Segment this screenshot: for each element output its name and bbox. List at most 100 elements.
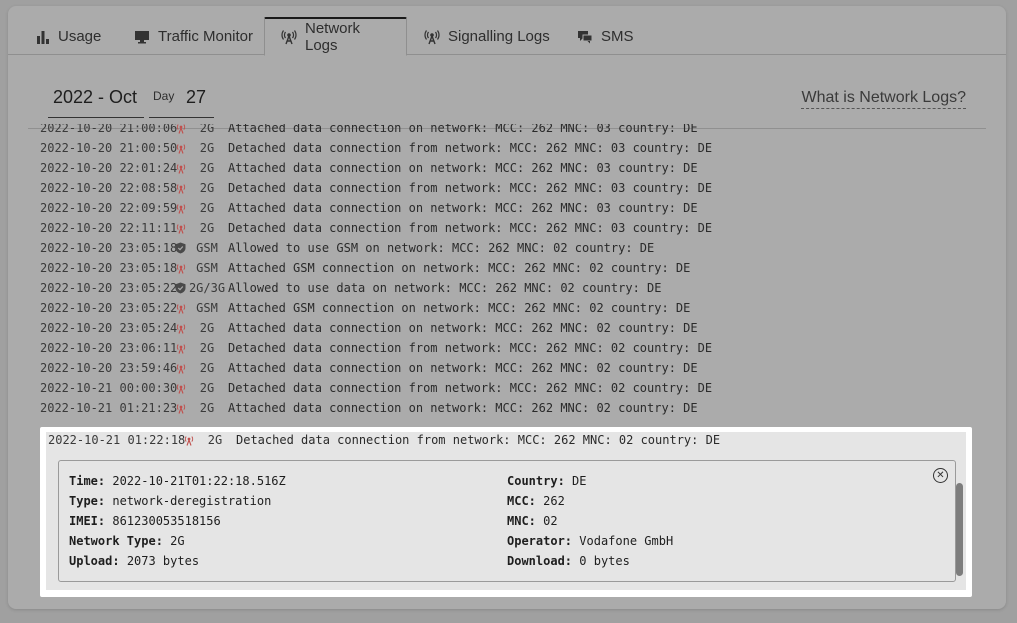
close-icon[interactable]: ✕: [933, 468, 948, 483]
detail-type: Type: network-deregistration: [69, 493, 286, 513]
tab-traffic-monitor[interactable]: Traffic Monitor: [118, 17, 269, 56]
log-message: Detached data connection from network: M…: [228, 381, 713, 395]
antenna-icon: [173, 342, 188, 354]
log-timestamp: 2022-10-20 21:00:06: [40, 124, 178, 135]
log-row[interactable]: 2022-10-21 01:21:23 2G Attached data conne…: [40, 398, 970, 418]
log-network-type: GSM: [196, 261, 218, 275]
tab-sms[interactable]: SMS: [561, 17, 650, 56]
log-row[interactable]: 2022-10-20 21:00:50 2G Detached data conne…: [40, 138, 970, 158]
log-message: Attached GSM connection on network: MCC:…: [228, 261, 691, 275]
detail-scrollbar[interactable]: [956, 483, 963, 576]
log-timestamp: 2022-10-21 00:00:30: [40, 381, 178, 395]
shield-icon: [173, 242, 188, 254]
tab-label: Signalling Logs: [448, 28, 550, 45]
log-row[interactable]: 2022-10-20 23:05:24 2G Attached data conne…: [40, 318, 970, 338]
detail-value: Vodafone GmbH: [579, 534, 674, 548]
log-network-type: GSM: [196, 301, 218, 315]
log-row[interactable]: 2022-10-20 23:05:18 GSM Attached GSM conne…: [40, 258, 970, 278]
detail-value: network-deregistration: [112, 494, 272, 508]
log-message: Attached data connection on network: MCC…: [228, 321, 698, 335]
log-row[interactable]: 2022-10-20 23:59:46 2G Attached data conne…: [40, 358, 970, 378]
log-message: Detached data connection from network: M…: [228, 341, 713, 355]
log-network-type: 2G/3G: [188, 281, 226, 295]
detail-value: 861230053518156: [112, 514, 221, 528]
log-network-type: 2G: [199, 161, 215, 175]
log-message: Attached data connection on network: MCC…: [228, 201, 698, 215]
log-timestamp: 2022-10-20 23:05:22: [40, 301, 178, 315]
detail-key: Upload:: [69, 554, 120, 568]
day-label: Day: [153, 89, 175, 103]
log-timestamp: 2022-10-20 23:05:24: [40, 321, 178, 335]
chat-icon: [577, 30, 593, 44]
tab-label: Traffic Monitor: [158, 28, 254, 45]
log-network-type: 2G: [199, 381, 215, 395]
log-network-type: 2G: [199, 141, 215, 155]
detail-value: 2022-10-21T01:22:18.516Z: [112, 474, 286, 488]
log-timestamp: 2022-10-20 21:00:50: [40, 141, 178, 155]
log-message: Attached data connection on network: MCC…: [228, 161, 698, 175]
log-message: Attached GSM connection on network: MCC:…: [228, 301, 691, 315]
log-timestamp: 2022-10-20 23:06:11: [40, 341, 178, 355]
monitor-icon: [134, 30, 150, 44]
detail-value: DE: [572, 474, 587, 488]
detail-mnc: MNC: 02: [507, 513, 673, 533]
log-row[interactable]: 2022-10-20 21:00:06 2G Attached data conne…: [40, 124, 970, 138]
tab-network-logs[interactable]: Network Logs: [264, 17, 407, 56]
detail-key: MCC:: [507, 494, 536, 508]
antenna-icon: [173, 262, 188, 274]
log-network-type: GSM: [196, 241, 218, 255]
log-message: Attached data connection on network: MCC…: [228, 401, 698, 415]
log-row[interactable]: 2022-10-20 23:05:22 2G/3G Allowed to use d…: [40, 278, 970, 298]
log-message: Allowed to use GSM on network: MCC: 262 …: [228, 241, 655, 255]
log-row[interactable]: 2022-10-20 23:05:18 GSM Allowed to use GSM…: [40, 238, 970, 258]
log-timestamp: 2022-10-20 23:05:18: [40, 261, 178, 275]
antenna-icon: [173, 142, 188, 154]
antenna-icon: [173, 202, 188, 214]
log-row[interactable]: 2022-10-20 22:08:58 2G Detached data conne…: [40, 178, 970, 198]
detail-key: Network Type:: [69, 534, 163, 548]
month-select[interactable]: 2022 - Oct: [48, 84, 144, 118]
log-list[interactable]: 2022-10-20 21:00:06 2G Attached data conne…: [40, 124, 970, 424]
detail-value: 262: [543, 494, 565, 508]
log-message: Detached data connection from network: M…: [236, 433, 721, 447]
detail-time: Time: 2022-10-21T01:22:18.516Z: [69, 473, 286, 493]
detail-network-type: Network Type: 2G: [69, 533, 286, 553]
antenna-icon: [173, 182, 188, 194]
log-network-type: 2G: [199, 181, 215, 195]
log-timestamp: 2022-10-20 23:59:46: [40, 361, 178, 375]
log-row[interactable]: 2022-10-20 22:09:59 2G Attached data conne…: [40, 198, 970, 218]
log-row[interactable]: 2022-10-20 22:01:24 2G Attached data conne…: [40, 158, 970, 178]
antenna-icon: [173, 322, 188, 334]
log-network-type: 2G: [199, 361, 215, 375]
log-row[interactable]: 2022-10-20 22:11:11 2G Detached data conne…: [40, 218, 970, 238]
detail-mcc: MCC: 262: [507, 493, 673, 513]
antenna-icon: [424, 29, 440, 45]
detail-left-column: Time: 2022-10-21T01:22:18.516Z Type: net…: [69, 473, 286, 573]
antenna-icon: [173, 162, 188, 174]
detail-right-column: Country: DE MCC: 262 MNC: 02 Operator: V…: [507, 473, 673, 573]
log-message: Detached data connection from network: M…: [228, 221, 713, 235]
log-timestamp: 2022-10-21 01:21:23: [40, 401, 178, 415]
detail-key: Type:: [69, 494, 106, 508]
log-timestamp: 2022-10-21 01:22:18: [48, 433, 186, 447]
day-select[interactable]: Day 27: [149, 84, 214, 118]
detail-key: MNC:: [507, 514, 536, 528]
antenna-icon: [173, 362, 188, 374]
help-link[interactable]: What is Network Logs?: [801, 88, 966, 109]
log-timestamp: 2022-10-20 23:05:22: [40, 281, 178, 295]
log-row-selected[interactable]: 2022-10-21 01:22:18 2G Detached data con…: [48, 430, 720, 450]
log-row[interactable]: 2022-10-20 23:06:11 2G Detached data conne…: [40, 338, 970, 358]
log-network-type: 2G: [199, 124, 215, 135]
tab-usage[interactable]: Usage: [20, 17, 117, 56]
log-message: Detached data connection from network: M…: [228, 181, 713, 195]
antenna-icon: [281, 29, 297, 45]
tab-label: Usage: [58, 28, 102, 45]
log-message: Allowed to use data on network: MCC: 262…: [228, 281, 662, 295]
log-network-type: 2G: [199, 221, 215, 235]
detail-value: 0 bytes: [579, 554, 630, 568]
detail-value: 2073 bytes: [126, 554, 200, 568]
log-row[interactable]: 2022-10-20 23:05:22 GSM Attached GSM conne…: [40, 298, 970, 318]
log-row[interactable]: 2022-10-21 00:00:30 2G Detached data conne…: [40, 378, 970, 398]
tab-signalling-logs[interactable]: Signalling Logs: [408, 17, 566, 56]
log-message: Attached data connection on network: MCC…: [228, 124, 698, 135]
